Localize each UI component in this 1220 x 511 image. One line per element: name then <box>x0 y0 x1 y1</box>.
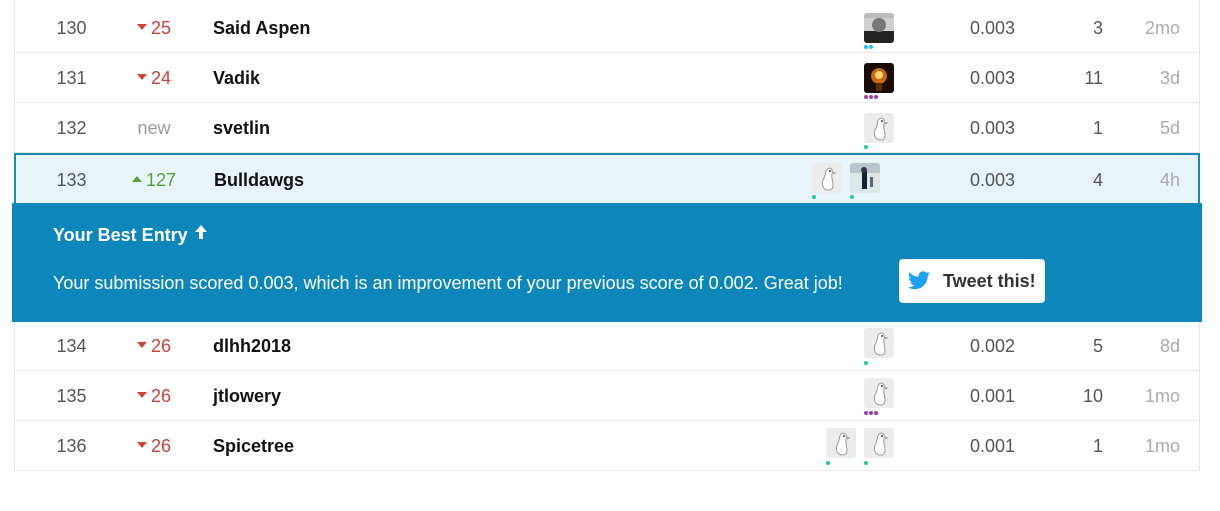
user-avatar[interactable] <box>850 163 880 193</box>
team-members <box>794 421 894 471</box>
team-name[interactable]: dlhh2018 <box>213 321 613 371</box>
my-team-row[interactable]: 133 127 Bulldawgs 0.003 4 4h <box>14 153 1200 203</box>
table-row[interactable]: 136 26 Spicetree 0.001 1 1mo <box>14 421 1200 471</box>
rank: 134 <box>56 336 87 356</box>
team-name[interactable]: Said Aspen <box>213 3 613 53</box>
score: 0.001 <box>969 436 1015 456</box>
entries-count: 5 <box>1092 336 1103 356</box>
rank: 130 <box>56 18 87 38</box>
tier-dots <box>864 461 869 466</box>
team-name[interactable]: Bulldawgs <box>214 155 614 205</box>
table-row[interactable]: 134 26 dlhh2018 0.002 5 8d <box>14 321 1200 371</box>
team-name[interactable]: Spicetree <box>213 421 613 471</box>
down-arrow-icon <box>136 74 147 81</box>
tier-dots <box>826 461 831 466</box>
last-submission: 8d <box>1159 336 1180 356</box>
score: 0.003 <box>969 170 1015 190</box>
rank: 132 <box>56 118 87 138</box>
score: 0.003 <box>969 68 1015 88</box>
last-submission: 3d <box>1159 68 1180 88</box>
rank: 131 <box>56 68 87 88</box>
rank-change: 24 <box>129 53 179 103</box>
table-row[interactable]: 130 25 Said Aspen 0.003 3 2mo <box>14 3 1200 53</box>
user-avatar[interactable] <box>864 428 894 458</box>
banner-message: Your submission scored 0.003, which is a… <box>53 273 843 293</box>
down-arrow-icon <box>136 442 147 449</box>
last-submission: 5d <box>1159 118 1180 138</box>
rank-change: 26 <box>129 421 179 471</box>
tier-dots <box>864 95 879 100</box>
last-submission: 1mo <box>1144 386 1180 406</box>
team-members <box>794 371 894 421</box>
team-members <box>794 3 894 53</box>
rank-change: 26 <box>129 371 179 421</box>
rank-change: new <box>137 118 171 138</box>
team-name[interactable]: svetlin <box>213 103 613 153</box>
tier-dots <box>864 145 869 150</box>
table-row[interactable]: 135 26 jtlowery 0.001 10 1mo <box>14 371 1200 421</box>
tier-dots <box>864 45 874 50</box>
user-avatar[interactable] <box>864 328 894 358</box>
table-row[interactable]: 131 24 Vadik 0.003 11 3d <box>14 53 1200 103</box>
user-avatar[interactable] <box>864 13 894 43</box>
rank-change: 25 <box>129 3 179 53</box>
table-row[interactable]: 132 new svetlin 0.003 1 5d <box>14 103 1200 153</box>
tier-dots <box>864 361 869 366</box>
best-entry-banner: Your Best Entry Your submission scored 0… <box>12 203 1202 322</box>
rank: 133 <box>56 170 87 190</box>
entries-count: 11 <box>1084 68 1103 88</box>
last-submission: 4h <box>1159 170 1180 190</box>
last-submission: 2mo <box>1144 18 1180 38</box>
rank-change: 127 <box>129 155 179 205</box>
entries-count: 10 <box>1082 386 1103 406</box>
entries-count: 1 <box>1092 118 1103 138</box>
down-arrow-icon <box>136 342 147 349</box>
user-avatar[interactable] <box>864 63 894 93</box>
team-members <box>794 53 894 103</box>
tier-dots <box>864 411 879 416</box>
entries-count: 3 <box>1092 18 1103 38</box>
score: 0.002 <box>969 336 1015 356</box>
rank: 135 <box>56 386 87 406</box>
tweet-button[interactable]: Tweet this! <box>899 259 1045 303</box>
banner-title: Your Best Entry <box>53 224 208 247</box>
arrow-up-icon <box>194 224 208 245</box>
team-members <box>794 155 894 205</box>
team-name[interactable]: Vadik <box>213 53 613 103</box>
user-avatar[interactable] <box>812 163 842 193</box>
score: 0.001 <box>969 386 1015 406</box>
down-arrow-icon <box>136 392 147 399</box>
up-arrow-icon <box>131 176 142 183</box>
user-avatar[interactable] <box>826 428 856 458</box>
down-arrow-icon <box>136 24 147 31</box>
team-members <box>794 103 894 153</box>
score: 0.003 <box>969 118 1015 138</box>
last-submission: 1mo <box>1144 436 1180 456</box>
rank-change: 26 <box>129 321 179 371</box>
tweet-label: Tweet this! <box>943 271 1036 291</box>
entries-count: 4 <box>1092 170 1103 190</box>
team-name[interactable]: jtlowery <box>213 371 613 421</box>
user-avatar[interactable] <box>864 113 894 143</box>
score: 0.003 <box>969 18 1015 38</box>
twitter-icon <box>907 271 931 296</box>
user-avatar[interactable] <box>864 378 894 408</box>
entries-count: 1 <box>1092 436 1103 456</box>
tier-dots <box>812 195 817 200</box>
rank: 136 <box>56 436 87 456</box>
team-members <box>794 321 894 371</box>
tier-dots <box>850 195 855 200</box>
